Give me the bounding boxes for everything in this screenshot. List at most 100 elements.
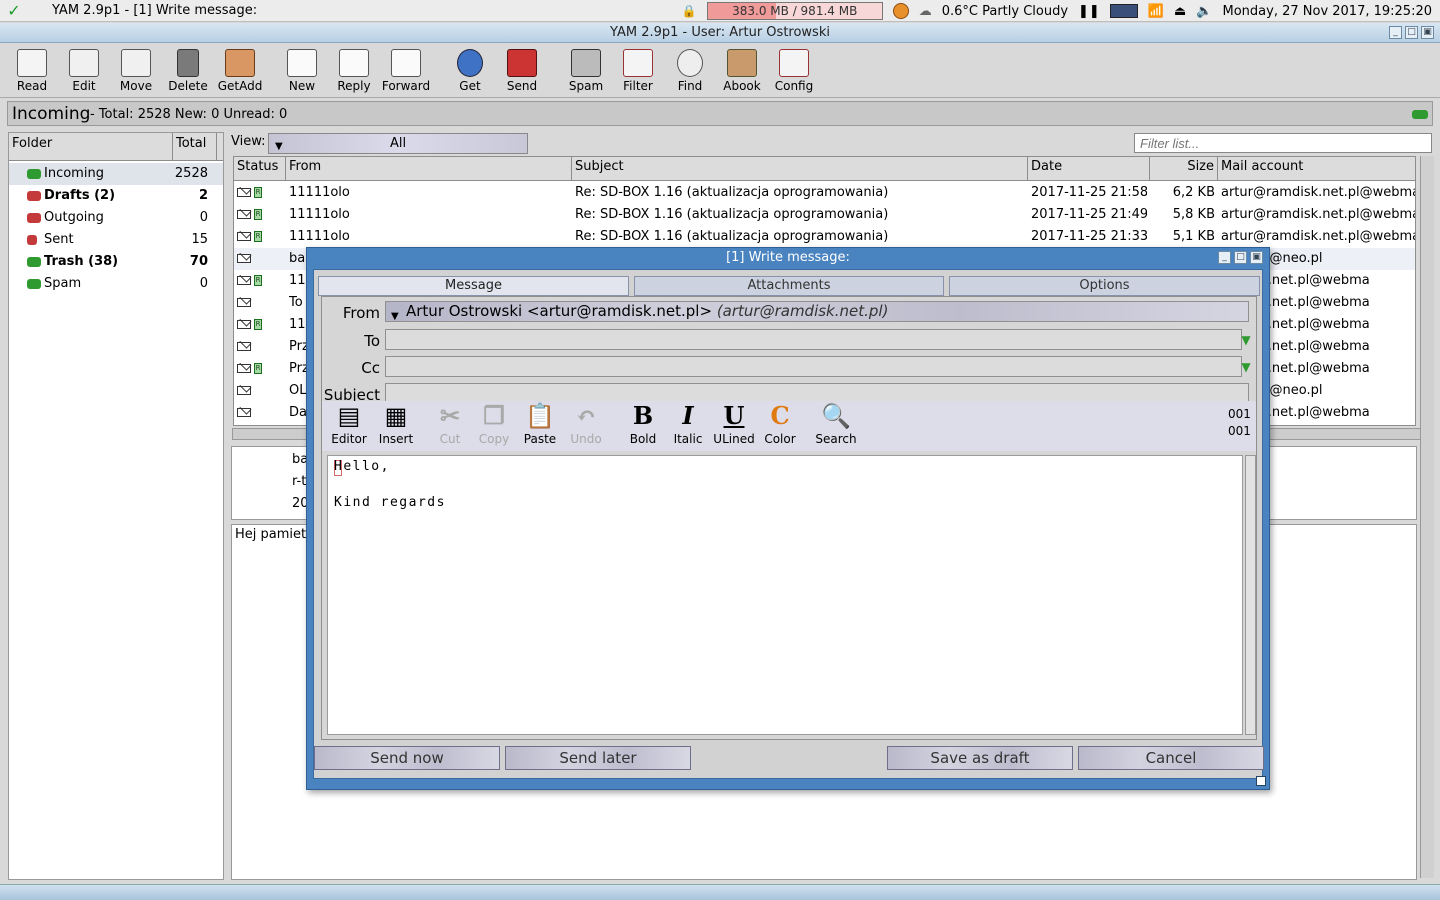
message-body-editor[interactable]: Hello, Kind regards: [327, 455, 1243, 735]
envelope-icon: [237, 408, 251, 417]
message-row[interactable]: R 11111olo Re: SD-BOX 1.16 (aktualizacja o…: [234, 204, 1415, 226]
folder-item-outgoing[interactable]: Outgoing 0: [9, 207, 223, 229]
eject-icon[interactable]: ⏏: [1174, 4, 1186, 19]
editor-button[interactable]: ▤ Editor: [327, 401, 371, 447]
column-counter: 001: [1228, 424, 1251, 438]
date-column-header[interactable]: Date: [1028, 157, 1150, 181]
main-window-titlebar[interactable]: YAM 2.9p1 - User: Artur Ostrowski _ □ ▣: [0, 23, 1440, 43]
message-row[interactable]: R 11111olo Re: SD-BOX 1.16 (aktualizacja o…: [234, 226, 1415, 248]
editor-scrollbar[interactable]: [1245, 455, 1256, 735]
move-button[interactable]: Move: [110, 49, 162, 93]
from-label: From: [342, 304, 380, 322]
folder-item-sent[interactable]: Sent 15: [9, 229, 223, 251]
delete-button[interactable]: Delete: [162, 49, 214, 93]
account-column-header[interactable]: Mail account: [1218, 157, 1415, 181]
underline-button[interactable]: U ULined: [712, 401, 756, 447]
compose-depth-button[interactable]: ▣: [1250, 251, 1263, 264]
resize-handle-icon[interactable]: [1256, 776, 1266, 786]
get-button[interactable]: Get: [444, 49, 496, 93]
config-button[interactable]: Config: [768, 49, 820, 93]
cell-date: 2017-11-25 21:58: [1031, 185, 1147, 200]
compose-titlebar[interactable]: [1] Write message: _ □ ▣: [307, 248, 1269, 268]
size-column-header[interactable]: Size: [1150, 157, 1218, 181]
paste-button[interactable]: 📋 Paste: [518, 401, 562, 447]
trash-can-icon: [177, 49, 199, 77]
getadd-button[interactable]: GetAdd: [214, 49, 266, 93]
pause-icon[interactable]: ❚❚: [1078, 4, 1100, 19]
from-column-header[interactable]: From: [286, 157, 572, 181]
tab-attachments[interactable]: Attachments: [634, 276, 944, 296]
folder-item-trash[interactable]: Trash (38) 70: [9, 251, 223, 273]
cancel-button[interactable]: Cancel: [1078, 746, 1264, 770]
app-logo-icon[interactable]: ✓: [0, 1, 28, 20]
from-select[interactable]: ▼ Artur Ostrowski <artur@ramdisk.net.pl>…: [385, 301, 1249, 322]
spam-button[interactable]: Spam: [560, 49, 612, 93]
cc-field[interactable]: [385, 356, 1242, 377]
minimize-button[interactable]: _: [1389, 26, 1402, 39]
reply-button[interactable]: Reply: [328, 49, 380, 93]
zoom-button[interactable]: □: [1405, 26, 1418, 39]
reply-icon: [339, 49, 369, 77]
config-icon: [779, 49, 809, 77]
depth-button[interactable]: ▣: [1421, 26, 1434, 39]
compose-zoom-button[interactable]: □: [1234, 251, 1247, 264]
folder-item-incoming[interactable]: Incoming 2528: [9, 163, 223, 185]
replied-icon: R: [254, 231, 262, 242]
edit-button[interactable]: Edit: [58, 49, 110, 93]
subject-column-header[interactable]: Subject: [572, 157, 1028, 181]
message-tab-panel: From ▼ Artur Ostrowski <artur@ramdisk.ne…: [321, 296, 1257, 740]
to-field[interactable]: [385, 329, 1242, 350]
bold-button[interactable]: B Bold: [621, 401, 665, 447]
search-button[interactable]: 🔍 Search: [814, 401, 858, 447]
view-select[interactable]: ▼ All: [268, 133, 528, 154]
copy-button[interactable]: ❐ Copy: [472, 401, 516, 447]
lock-icon[interactable]: 🔒: [682, 4, 697, 18]
user-avatar-icon[interactable]: [892, 3, 909, 19]
volume-icon[interactable]: 🔈: [1196, 4, 1212, 19]
new-button[interactable]: New: [276, 49, 328, 93]
italic-button[interactable]: I Italic: [666, 401, 710, 447]
address-book-arrow-icon[interactable]: ▼: [1237, 331, 1255, 349]
filter-input[interactable]: [1134, 133, 1432, 153]
cut-button[interactable]: ✂ Cut: [428, 401, 472, 447]
address-book-arrow-icon[interactable]: ▼: [1237, 358, 1255, 376]
status-column-header[interactable]: Status: [234, 157, 286, 181]
envelope-icon: [237, 298, 251, 307]
bold-icon: B: [632, 401, 654, 430]
envelope-icon: [237, 342, 251, 351]
clock-readout[interactable]: Monday, 27 Nov 2017, 19:25:20: [1223, 4, 1433, 19]
wifi-icon[interactable]: 📶: [1148, 4, 1164, 19]
insert-button[interactable]: ▦ Insert: [374, 401, 418, 447]
cpu-meter-icon[interactable]: [1109, 4, 1138, 18]
folder-item-drafts[interactable]: Drafts (2) 2: [9, 185, 223, 207]
vertical-scrollbar[interactable]: [1420, 156, 1434, 878]
cell-date: 2017-11-25 21:33: [1031, 229, 1147, 244]
write-message-window[interactable]: [1] Write message: _ □ ▣ Message Attachm…: [306, 247, 1270, 790]
abook-button[interactable]: Abook: [716, 49, 768, 93]
weather-readout[interactable]: 0.6°C Partly Cloudy: [942, 4, 1068, 19]
send-later-button[interactable]: Send later: [505, 746, 691, 770]
color-button[interactable]: C Color: [758, 401, 802, 447]
tab-message[interactable]: Message: [318, 276, 629, 296]
total-column-header[interactable]: Total: [173, 133, 217, 160]
undo-button[interactable]: ↶ Undo: [564, 401, 608, 447]
read-button[interactable]: Read: [6, 49, 58, 93]
memory-gauge[interactable]: 383.0 MB / 981.4 MB: [706, 2, 883, 20]
find-button[interactable]: Find: [664, 49, 716, 93]
folder-item-spam[interactable]: Spam 0: [9, 273, 223, 295]
compose-minimize-button[interactable]: _: [1218, 251, 1231, 264]
save-draft-button[interactable]: Save as draft: [887, 746, 1073, 770]
folder-column-header[interactable]: Folder: [9, 133, 173, 160]
forward-button[interactable]: Forward: [380, 49, 432, 93]
filter-button[interactable]: Filter: [612, 49, 664, 93]
folder-tree-header: Folder Total: [9, 133, 223, 161]
outbox-icon: [27, 213, 41, 223]
insert-icon: ▦: [384, 401, 408, 430]
send-now-button[interactable]: Send now: [314, 746, 500, 770]
main-window-title: YAM 2.9p1 - User: Artur Ostrowski: [610, 25, 830, 40]
message-row[interactable]: R 11111olo Re: SD-BOX 1.16 (aktualizacja o…: [234, 182, 1415, 204]
send-button[interactable]: Send: [496, 49, 548, 93]
replied-icon: R: [254, 319, 262, 330]
envelope-icon: [237, 210, 251, 219]
tab-options[interactable]: Options: [949, 276, 1260, 296]
